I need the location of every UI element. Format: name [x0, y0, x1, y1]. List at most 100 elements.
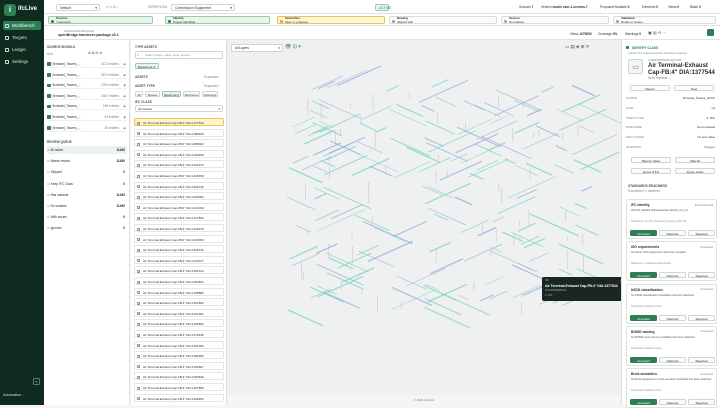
type-chip[interactable]: Equipment — [162, 91, 181, 97]
asset-row[interactable]: Air Terminal-Exhaust Cap-FB:4" DIA:14054… — [134, 171, 224, 179]
asset-row[interactable]: Air Terminal-Exhaust Cap-FB:4" DIA:14982… — [134, 393, 224, 402]
nav-item-settings[interactable]: Settings — [3, 57, 41, 66]
asset-row[interactable]: Air Terminal-Exhaust Cap-FB:4" DIA:14906… — [134, 361, 224, 370]
ifc-class-select[interactable]: All classes ▾ — [135, 105, 223, 112]
checkbox-icon[interactable] — [137, 238, 140, 242]
step-sources[interactable]: Sources 7 elements — [48, 16, 153, 24]
checkbox-icon[interactable] — [137, 301, 140, 305]
card-rejected-button[interactable]: Rejected — [688, 272, 715, 279]
card-deferred-button[interactable]: Deferred — [659, 314, 686, 321]
card-rejected-button[interactable]: Rejected — [688, 314, 715, 321]
review-item[interactable]: ⊙ Has variants 11480 — [47, 191, 127, 199]
card-deferred-button[interactable]: Deferred — [659, 356, 686, 363]
checkbox-icon[interactable] — [47, 83, 51, 88]
checkbox-icon[interactable] — [137, 365, 140, 369]
review-item[interactable]: ⊙ No variants 11480 — [47, 202, 127, 210]
source-item[interactable]: Ifcmodel_Towers_... 2291 entities ◉ — [47, 81, 127, 90]
asset-row[interactable]: Air Terminal-Exhaust Cap-FB:4" DIA:14178… — [134, 213, 224, 222]
checkbox-icon[interactable] — [47, 94, 51, 98]
asset-row[interactable]: Air Terminal-Exhaust Cap-FB:4" DIA:14538… — [134, 277, 224, 285]
visible-icon[interactable]: ◉ — [123, 92, 126, 100]
step-naming[interactable]: Naming Aligned with — [389, 16, 497, 24]
type-chip[interactable]: Structures — [183, 91, 200, 97]
source-item[interactable]: Ifcmodel_Towers_... 3874 entities ◉ — [47, 71, 127, 79]
asset-type-value[interactable]: Expanded — [204, 84, 218, 88]
step-identity[interactable]: Identity Project identified — [165, 16, 270, 24]
checkbox-icon[interactable] — [137, 153, 140, 157]
card-rejected-button[interactable]: Rejected — [688, 356, 715, 363]
asset-row[interactable]: Air Terminal-Exhaust Cap-FB:4" DIA:13775… — [134, 118, 224, 126]
asset-row[interactable]: Air Terminal-Exhaust Cap-FB:4" DIA:14863… — [134, 351, 224, 360]
asset-row[interactable]: Air Terminal-Exhaust Cap-FB:4" DIA:14978… — [134, 383, 224, 391]
asset-row[interactable]: Air Terminal-Exhaust Cap-FB:4" DIA:14936… — [134, 372, 224, 381]
nav-item-workbench[interactable]: Workbench — [3, 21, 41, 30]
checkbox-icon[interactable] — [137, 291, 140, 295]
card-rejected-button[interactable]: Rejected — [688, 230, 715, 236]
type-chip[interactable]: All — [135, 91, 143, 97]
review-item[interactable]: ⊙ Keep IFC Class 0 — [47, 180, 127, 188]
source-item[interactable]: Ifcmodel_Towers_... 48 entities ◉ — [47, 124, 127, 132]
asset-row[interactable]: Air Terminal-Exhaust Cap-FB:4" DIA:14618… — [134, 298, 224, 307]
card-accepted-button[interactable]: Accepted — [630, 230, 657, 236]
asset-row[interactable]: Air Terminal-Exhaust Cap-FB:4" DIA:14515… — [134, 266, 224, 275]
checkbox-icon[interactable] — [137, 322, 140, 326]
model-canvas[interactable] — [227, 40, 621, 395]
checkbox-icon[interactable] — [137, 206, 140, 210]
asset-row[interactable]: Air Terminal-Exhaust Cap-FB:4" DIA:14067… — [134, 181, 224, 190]
asset-row[interactable]: Air Terminal-Exhaust Cap-FB:4" DIA:14262… — [134, 224, 224, 232]
checkbox-icon[interactable] — [137, 269, 140, 273]
source-item[interactable]: Ifcmodel_Towers_... 188 entities ◉ — [47, 102, 127, 111]
asset-search-input[interactable]: Search name, class, level, source... — [135, 51, 223, 59]
visible-icon[interactable]: ◉ — [123, 102, 126, 110]
checkbox-icon[interactable] — [137, 375, 140, 379]
visible-icon[interactable]: ◉ — [123, 113, 126, 121]
checkbox-icon[interactable] — [137, 195, 140, 199]
model-viewer[interactable]: All Layers ▾ 👁 ⊡ ▾ ▭ ▤ ◈ ⊞ ✕ IFC Air Term… — [227, 40, 630, 395]
card-rejected-button[interactable]: Rejected — [688, 399, 715, 406]
checkbox-icon[interactable] — [137, 142, 140, 146]
visible-icon[interactable]: ◉ — [123, 124, 126, 132]
checkbox-icon[interactable] — [137, 333, 140, 337]
card-accepted-button[interactable]: Accepted — [630, 356, 657, 363]
checkbox-icon[interactable] — [137, 163, 140, 167]
review-item[interactable]: ⊙ All active 11480 — [47, 146, 127, 154]
checkbox-icon[interactable] — [47, 115, 51, 119]
asset-row[interactable]: Air Terminal-Exhaust Cap-FB:4" DIA:13880… — [134, 139, 224, 148]
toolbar-icons[interactable]: ⊙ ✎ ⧉ ⌂ — [106, 5, 118, 9]
ignore-if-this-button[interactable]: Ignore If this — [631, 168, 671, 174]
checkbox-icon[interactable] — [137, 344, 140, 348]
asset-row[interactable]: Air Terminal-Exhaust Cap-FB:4" DIA:14588… — [134, 287, 224, 296]
filter-chip-equipment[interactable]: Equipment ✕ — [135, 63, 159, 69]
checkbox-icon[interactable] — [137, 216, 140, 220]
asset-row[interactable]: Air Terminal-Exhaust Cap-FB:4" DIA:14002… — [134, 149, 224, 158]
step-semantics[interactable]: Semantics Flow: in progress — [277, 16, 385, 24]
card-accepted-button[interactable]: Accepted — [630, 399, 657, 406]
checkbox-icon[interactable] — [137, 397, 140, 401]
asset-row[interactable]: Air Terminal-Exhaust Cap-FB:4" DIA:14467… — [134, 245, 224, 254]
card-accepted-button[interactable]: Accepted — [630, 272, 657, 279]
report-button[interactable]: Report — [630, 85, 670, 91]
map-all-button[interactable]: Map All — [675, 157, 715, 163]
card-deferred-button[interactable]: Deferred — [659, 399, 686, 406]
asset-row[interactable]: Air Terminal-Exhaust Cap-FB:4" DIA:14704… — [134, 330, 224, 338]
review-item[interactable]: ⊙ Needs review 11480 — [47, 157, 127, 165]
visible-icon[interactable]: ◉ — [123, 60, 126, 68]
card-deferred-button[interactable]: Deferred — [659, 230, 686, 236]
checkbox-icon[interactable] — [47, 126, 51, 130]
checkbox-icon[interactable] — [137, 354, 140, 358]
review-item[interactable]: ⊙ With issues 0 — [47, 213, 127, 221]
nav-item-ledger[interactable]: Ledger — [3, 45, 41, 54]
type-chip[interactable]: Spaces — [145, 91, 160, 97]
asset-row[interactable]: Air Terminal-Exhaust Cap-FB:4" DIA:14090… — [134, 192, 224, 201]
map-by-class-button[interactable]: Map by Class — [631, 157, 671, 163]
asset-row[interactable]: Air Terminal-Exhaust Cap-FB:4" DIA:13864… — [134, 128, 224, 137]
visible-icon[interactable]: ◉ — [123, 71, 126, 79]
view-tools-icons[interactable]: ▣ ▤ ⟲ ⋯ — [648, 30, 666, 35]
checkbox-icon[interactable] — [47, 104, 51, 109]
checkbox-icon[interactable] — [47, 62, 51, 66]
checkbox-icon[interactable] — [137, 312, 140, 316]
checkbox-icon[interactable] — [137, 121, 140, 125]
type-chip[interactable]: Openings — [202, 91, 218, 97]
workspace-select[interactable]: Default ▾ — [56, 3, 100, 11]
checkbox-icon[interactable] — [137, 132, 140, 136]
